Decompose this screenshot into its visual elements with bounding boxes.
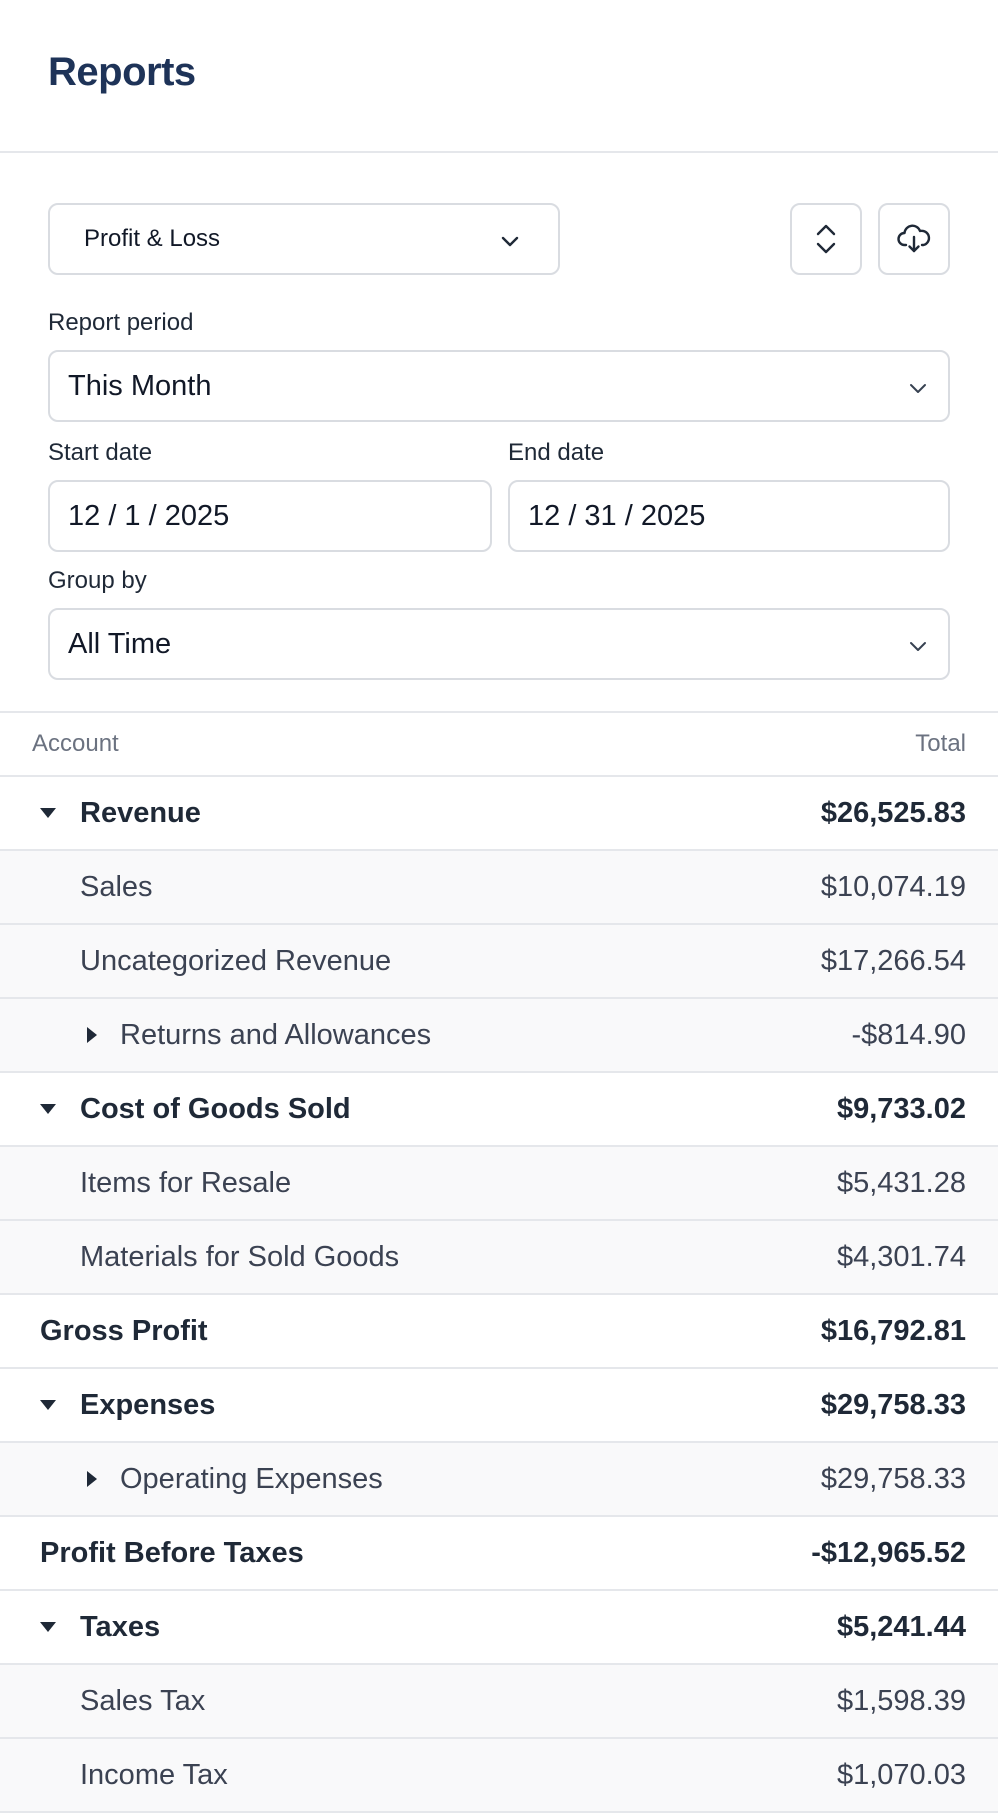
table-row-taxes[interactable]: Taxes $5,241.44 (0, 1591, 998, 1665)
start-date-input[interactable]: 12 / 1 / 2025 (48, 480, 492, 552)
caret-right-icon[interactable] (80, 1023, 104, 1047)
caret-down-icon[interactable] (36, 1615, 60, 1639)
table-row-cogs[interactable]: Cost of Goods Sold $9,733.02 (0, 1073, 998, 1147)
row-label: Taxes (80, 1610, 161, 1643)
table-row-expenses[interactable]: Expenses $29,758.33 (0, 1369, 998, 1443)
report-table: Account Total Revenue $26,525.83 Sales $… (0, 711, 998, 1813)
table-row-revenue[interactable]: Revenue $26,525.83 (0, 777, 998, 851)
chevron-down-icon (501, 236, 519, 247)
report-period-value: This Month (68, 369, 212, 402)
download-button[interactable] (878, 203, 950, 275)
group-by-label: Group by (48, 567, 147, 594)
row-amount: $26,525.83 (820, 796, 966, 829)
caret-down-icon[interactable] (36, 1097, 60, 1121)
row-amount: $5,241.44 (836, 1610, 966, 1643)
row-amount: $9,733.02 (836, 1092, 966, 1125)
report-type-value: Profit & Loss (84, 225, 221, 252)
row-label: Sales (80, 870, 153, 903)
report-type-select[interactable]: Profit & Loss (48, 203, 560, 275)
row-amount: $1,070.03 (836, 1758, 966, 1791)
column-header-account: Account (32, 730, 119, 757)
table-row[interactable]: Items for Resale $5,431.28 (0, 1147, 998, 1221)
row-amount: $5,431.28 (836, 1166, 966, 1199)
start-date-value: 12 / 1 / 2025 (68, 499, 230, 532)
table-row[interactable]: Income Tax $1,070.03 (0, 1739, 998, 1813)
caret-down-icon[interactable] (36, 801, 60, 825)
report-period-label: Report period (48, 309, 194, 336)
chevron-down-icon (910, 384, 926, 393)
table-row[interactable]: Sales Tax $1,598.39 (0, 1665, 998, 1739)
chevron-up-down-icon (816, 224, 836, 254)
row-amount: $29,758.33 (820, 1388, 966, 1421)
chevron-down-icon (910, 642, 926, 651)
page-header: Reports (0, 0, 998, 153)
row-label: Profit Before Taxes (40, 1536, 304, 1569)
row-amount: $4,301.74 (836, 1240, 966, 1273)
row-label: Returns and Allowances (120, 1018, 432, 1051)
report-controls: Profit & Loss Report period This Month S… (0, 153, 998, 711)
row-label: Items for Resale (80, 1166, 292, 1199)
row-label: Gross Profit (40, 1314, 208, 1347)
row-label: Sales Tax (80, 1684, 206, 1717)
end-date-label: End date (508, 439, 605, 466)
report-period-select[interactable]: This Month (48, 350, 950, 422)
row-amount: $1,598.39 (836, 1684, 966, 1717)
row-label: Income Tax (80, 1758, 228, 1791)
end-date-input[interactable]: 12 / 31 / 2025 (508, 480, 950, 552)
table-header: Account Total (0, 713, 998, 777)
table-row[interactable]: Materials for Sold Goods $4,301.74 (0, 1221, 998, 1295)
row-amount: -$12,965.52 (811, 1536, 966, 1569)
column-header-total: Total (915, 730, 966, 757)
table-row[interactable]: Uncategorized Revenue $17,266.54 (0, 925, 998, 999)
row-amount: $29,758.33 (820, 1462, 966, 1495)
start-date-label: Start date (48, 439, 153, 466)
table-row-returns[interactable]: Returns and Allowances -$814.90 (0, 999, 998, 1073)
row-label: Expenses (80, 1388, 216, 1421)
table-row-operating-expenses[interactable]: Operating Expenses $29,758.33 (0, 1443, 998, 1517)
cloud-download-icon (897, 224, 931, 253)
row-amount: $17,266.54 (820, 944, 966, 977)
row-label: Uncategorized Revenue (80, 944, 392, 977)
page-title: Reports (48, 50, 196, 94)
row-amount: $10,074.19 (820, 870, 966, 903)
row-amount: -$814.90 (851, 1018, 967, 1051)
table-row[interactable]: Sales $10,074.19 (0, 851, 998, 925)
table-row-profit-before-taxes: Profit Before Taxes -$12,965.52 (0, 1517, 998, 1591)
row-amount: $16,792.81 (820, 1314, 966, 1347)
row-label: Materials for Sold Goods (80, 1240, 400, 1273)
row-label: Operating Expenses (120, 1462, 383, 1495)
table-row-gross-profit: Gross Profit $16,792.81 (0, 1295, 998, 1369)
group-by-value: All Time (68, 627, 172, 660)
caret-down-icon[interactable] (36, 1393, 60, 1417)
group-by-select[interactable]: All Time (48, 608, 950, 680)
row-label: Cost of Goods Sold (80, 1092, 351, 1125)
caret-right-icon[interactable] (80, 1467, 104, 1491)
sort-toggle-button[interactable] (790, 203, 862, 275)
row-label: Revenue (80, 796, 201, 829)
end-date-value: 12 / 31 / 2025 (528, 499, 706, 532)
